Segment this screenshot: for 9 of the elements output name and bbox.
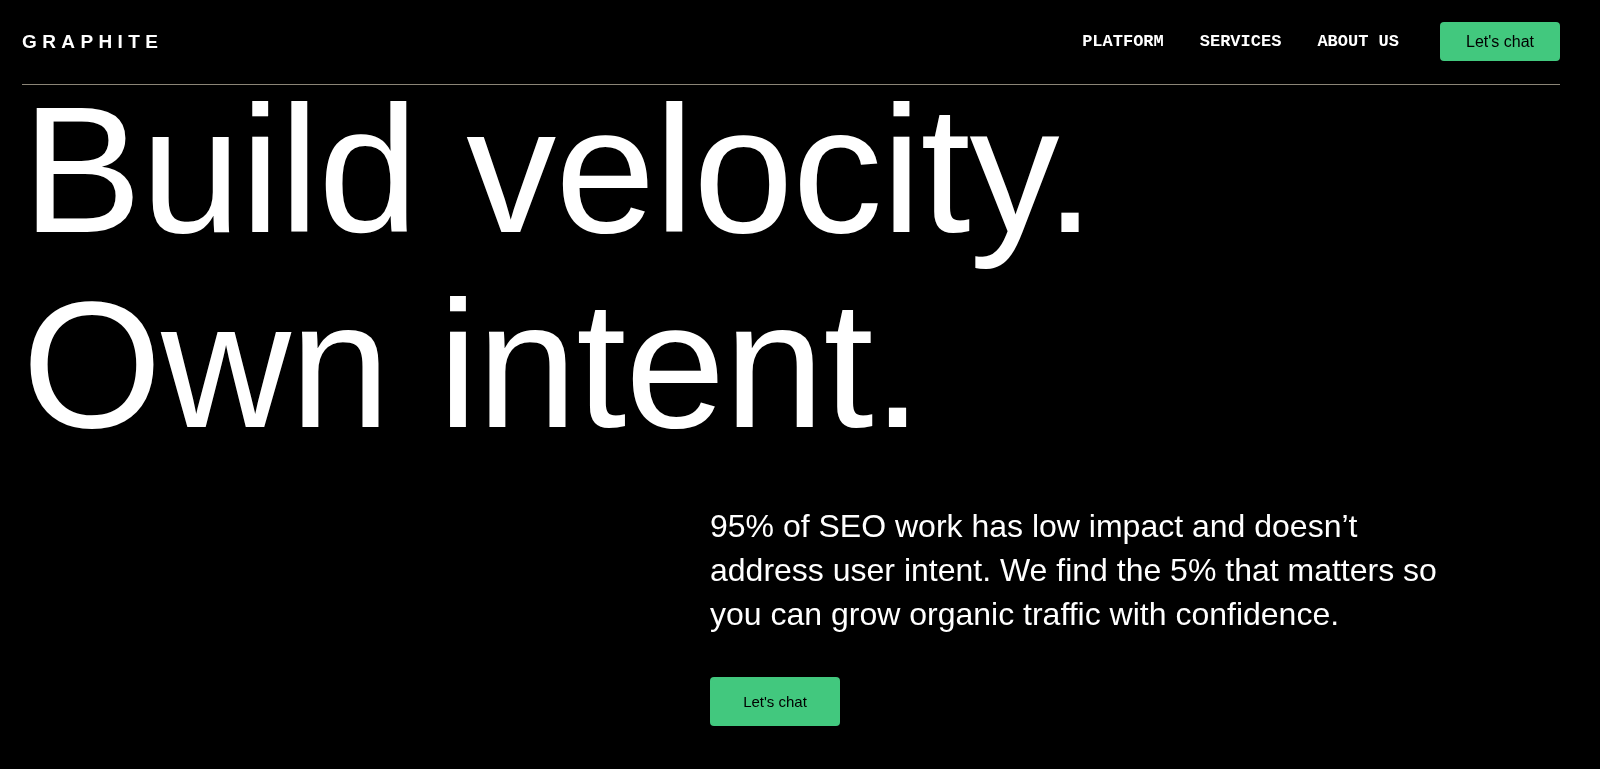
- nav-link[interactable]: ABOUT US: [1317, 32, 1399, 51]
- nav-link[interactable]: SERVICES: [1199, 32, 1282, 51]
- hero-description: 95% of SEO work has low impact and doesn’t address user intent. We find the 5% that matters so you can grow organic traffic with confidence.: [710, 507, 1438, 634]
- hero-headline: Own intent.: [22, 267, 922, 462]
- logo[interactable]: GRAPHITE: [22, 32, 164, 51]
- chat-button[interactable]: Let's chat: [710, 677, 840, 726]
- nav-link[interactable]: PLATFORM: [1082, 32, 1164, 51]
- chat-button[interactable]: Let's chat: [1440, 22, 1560, 61]
- hero-headline: Build velocity.: [22, 72, 1095, 267]
